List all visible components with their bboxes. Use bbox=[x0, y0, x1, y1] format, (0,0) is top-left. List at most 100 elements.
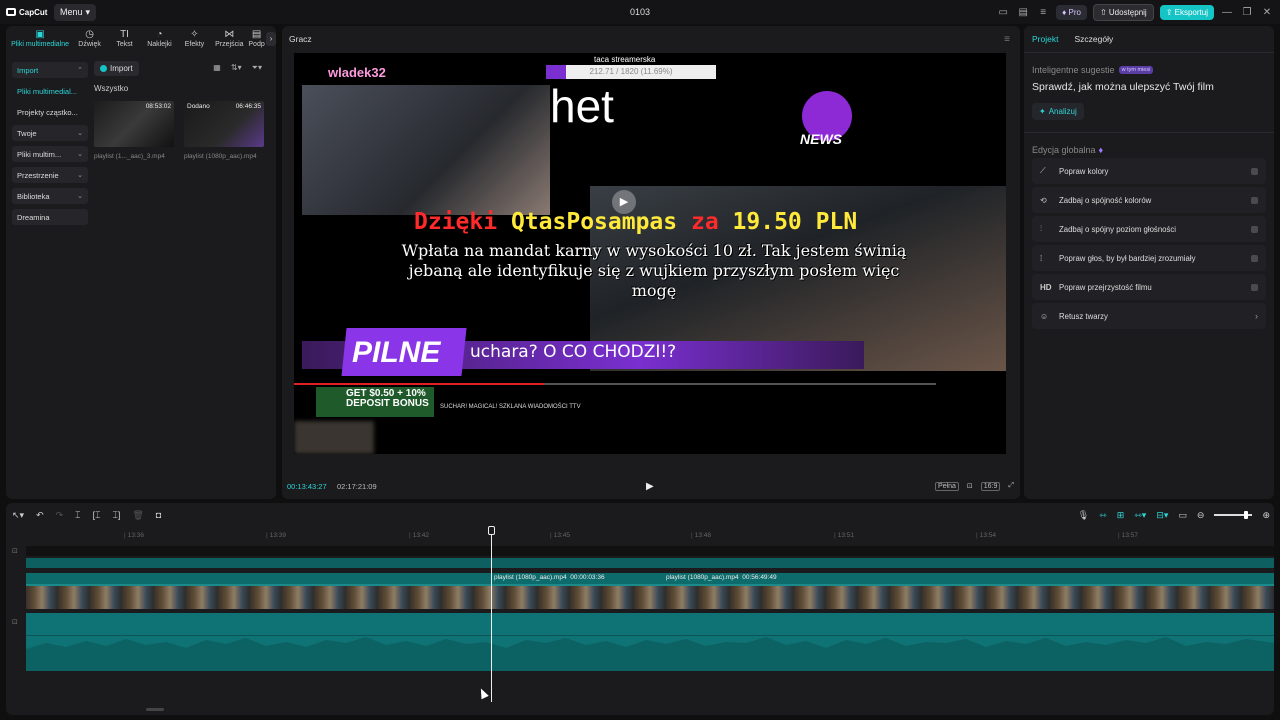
caption-icon[interactable]: ▭ bbox=[1178, 510, 1187, 521]
playhead-handle[interactable] bbox=[488, 526, 495, 535]
analyze-button[interactable]: ✦ Analizuj bbox=[1032, 103, 1084, 120]
tab-transitions[interactable]: ⋈ Przejścia bbox=[212, 26, 247, 52]
global-item-color-consistency[interactable]: ⟲ Zadbaj o spójność kolorów bbox=[1032, 187, 1266, 213]
share-button[interactable]: ⇧ Udostępnij bbox=[1092, 4, 1154, 21]
share-icon: ⇧ bbox=[1099, 8, 1107, 17]
restore-icon[interactable]: ❐ bbox=[1240, 6, 1254, 20]
tab-audio[interactable]: ◷ Dźwięk bbox=[72, 26, 107, 52]
delete-icon[interactable]: 🗑 bbox=[132, 510, 143, 521]
tab-details[interactable]: Szczegóły bbox=[1074, 34, 1113, 44]
clip-duration: 00:56:49:49 bbox=[742, 574, 777, 581]
link-icon[interactable]: ⇿ bbox=[1099, 510, 1107, 521]
sidebar-item-library[interactable]: Biblioteka ⌄ bbox=[12, 188, 88, 204]
global-item-fix-colors[interactable]: ⟋ Popraw kolory bbox=[1032, 158, 1266, 184]
overlay-track-2[interactable] bbox=[26, 558, 1274, 568]
sidebar-item-import[interactable]: Import ⌃ bbox=[12, 62, 88, 78]
plus-icon bbox=[100, 64, 107, 72]
sort-icon[interactable]: ⇅▾ bbox=[231, 63, 242, 73]
media-name: playlist (1080p_aac).mp4 bbox=[184, 153, 257, 160]
tab-media[interactable]: ▣ Pliki multimedialne bbox=[8, 26, 72, 52]
video-preview[interactable]: taca streamerska 212.71 / 1820 (11.69%) … bbox=[294, 53, 1006, 454]
tab-effects-label: Efekty bbox=[184, 41, 205, 48]
video-clip-header[interactable] bbox=[26, 573, 1274, 584]
video-track[interactable] bbox=[26, 584, 1274, 609]
media-item[interactable]: 08:53:02 playlist (1..._aac)_3.mp4 bbox=[94, 101, 174, 160]
pro-button[interactable]: ♦ Pro bbox=[1056, 5, 1087, 20]
ratio-button[interactable]: 16:9 bbox=[980, 481, 1001, 491]
time-ruler[interactable]: 13:36 13:39 13:42 13:45 13:48 13:51 13:5… bbox=[26, 527, 1274, 543]
play-button[interactable]: ▶ bbox=[646, 481, 654, 492]
zoom-in-icon[interactable]: ⊕ bbox=[1262, 510, 1270, 521]
global-item-voice[interactable]: ⁞ Popraw głos, by był bardziej zrozumiał… bbox=[1032, 245, 1266, 271]
media-item[interactable]: Dodano 06:46:35 playlist (1080p_aac).mp4 bbox=[184, 101, 264, 160]
sidebar-item-media[interactable]: Pliki multimedial... bbox=[12, 83, 88, 99]
export-button[interactable]: ⇪ Eksportuj bbox=[1159, 5, 1214, 20]
grid-view-icon[interactable]: ▦ bbox=[213, 63, 221, 73]
clip-duration: 00:00:03:36 bbox=[570, 574, 605, 581]
sidebar-item-subprojects[interactable]: Projekty cząstko... bbox=[12, 104, 88, 120]
checkbox[interactable] bbox=[1251, 225, 1258, 233]
redo-icon[interactable]: ↷ bbox=[56, 510, 64, 521]
split-icon[interactable]: ⌶ bbox=[75, 510, 80, 521]
tab-text[interactable]: TI Tekst bbox=[107, 26, 142, 52]
audio-waveform-track[interactable] bbox=[26, 613, 1274, 671]
export-icon: ⇪ bbox=[1165, 8, 1173, 17]
global-item-clarity[interactable]: HD Popraw przejrzystość filmu bbox=[1032, 274, 1266, 300]
layout-icon[interactable]: ▭ bbox=[996, 6, 1010, 20]
bonus-line-2: DEPOSIT BONUS bbox=[346, 398, 429, 409]
tabs-next-button[interactable]: › bbox=[266, 32, 276, 46]
checkbox[interactable] bbox=[1251, 167, 1258, 175]
close-icon[interactable]: ✕ bbox=[1260, 6, 1274, 20]
filter-icon[interactable]: ⏷▾ bbox=[252, 63, 262, 73]
shortcuts-icon[interactable]: ▤ bbox=[1016, 6, 1030, 20]
zoom-slider[interactable] bbox=[1214, 511, 1253, 519]
captions-icon: ▤ bbox=[251, 29, 262, 40]
tab-captions[interactable]: ▤ Podp bbox=[247, 26, 266, 52]
tab-effects[interactable]: ✧ Efekty bbox=[177, 26, 212, 52]
microphone-icon[interactable]: 🎙 bbox=[1078, 510, 1089, 521]
media-sidebar: Import ⌃ Pliki multimedial... Projekty c… bbox=[12, 62, 88, 230]
timeline-scrollbar[interactable] bbox=[146, 708, 164, 711]
minimize-icon[interactable]: — bbox=[1220, 6, 1234, 20]
checkbox[interactable] bbox=[1251, 196, 1258, 204]
checkbox[interactable] bbox=[1251, 254, 1258, 262]
divider bbox=[1024, 132, 1274, 133]
checkbox[interactable] bbox=[1251, 283, 1258, 291]
split-right-icon[interactable]: ⌶] bbox=[112, 510, 120, 521]
overlay-track[interactable] bbox=[26, 546, 1274, 556]
tab-project[interactable]: Projekt bbox=[1032, 34, 1058, 44]
track-audio-icon[interactable]: ⊡ bbox=[12, 618, 18, 626]
zoom-out-icon[interactable]: ⊖ bbox=[1197, 510, 1205, 521]
media-thumbnail: 08:53:02 bbox=[94, 101, 174, 147]
import-button[interactable]: Import bbox=[94, 60, 139, 76]
fullscreen-icon[interactable]: ⤢ bbox=[1008, 482, 1014, 490]
sidebar-item-media-files[interactable]: Pliki multim... ⌄ bbox=[12, 146, 88, 162]
settings-icon[interactable]: ≡ bbox=[1036, 6, 1050, 20]
global-item-face-retouch[interactable]: ☺ Retusz twarzy › bbox=[1032, 303, 1266, 329]
sidebar-item-spaces[interactable]: Przestrzenie ⌄ bbox=[12, 167, 88, 183]
player-title: Gracz bbox=[289, 34, 312, 44]
playhead[interactable] bbox=[491, 527, 492, 702]
sidebar-item-dreamina[interactable]: Dreamina bbox=[12, 209, 88, 225]
video-progress-played bbox=[294, 383, 544, 385]
tab-stickers[interactable]: ◔ Naklejki bbox=[142, 26, 177, 52]
preview-axis-icon[interactable]: ⊟▾ bbox=[1156, 510, 1168, 521]
ruler-tick: 13:54 bbox=[976, 532, 996, 539]
sidebar-item-label: Dreamina bbox=[17, 212, 50, 222]
quality-button[interactable]: Pełna bbox=[934, 481, 959, 491]
undo-icon[interactable]: ↶ bbox=[36, 510, 44, 521]
magnet-icon[interactable]: ⊞ bbox=[1117, 510, 1125, 521]
track-lock-icon[interactable]: ⊡ bbox=[12, 547, 18, 555]
select-tool-icon[interactable]: ↖▾ bbox=[12, 510, 24, 521]
snap-icon[interactable]: ⇿▾ bbox=[1134, 510, 1146, 521]
snapshot-icon[interactable]: ⊡ bbox=[967, 482, 973, 490]
sidebar-item-yours[interactable]: Twoje ⌄ bbox=[12, 125, 88, 141]
shield-icon[interactable]: ◘ bbox=[156, 510, 161, 521]
hamburger-icon[interactable]: ≡ bbox=[1004, 34, 1010, 45]
zoom-slider-knob[interactable] bbox=[1244, 511, 1249, 519]
global-item-volume[interactable]: ⫶ Zadbaj o spójny poziom głośności bbox=[1032, 216, 1266, 242]
menu-button[interactable]: Menu ▾ bbox=[54, 3, 97, 21]
split-left-icon[interactable]: [⌶ bbox=[93, 510, 101, 521]
sidebar-item-label: Pliki multim... bbox=[17, 149, 62, 159]
media-area: Import ▦ ⇅▾ ⏷▾ Wszystko 08:53:02 playlis… bbox=[94, 60, 270, 160]
